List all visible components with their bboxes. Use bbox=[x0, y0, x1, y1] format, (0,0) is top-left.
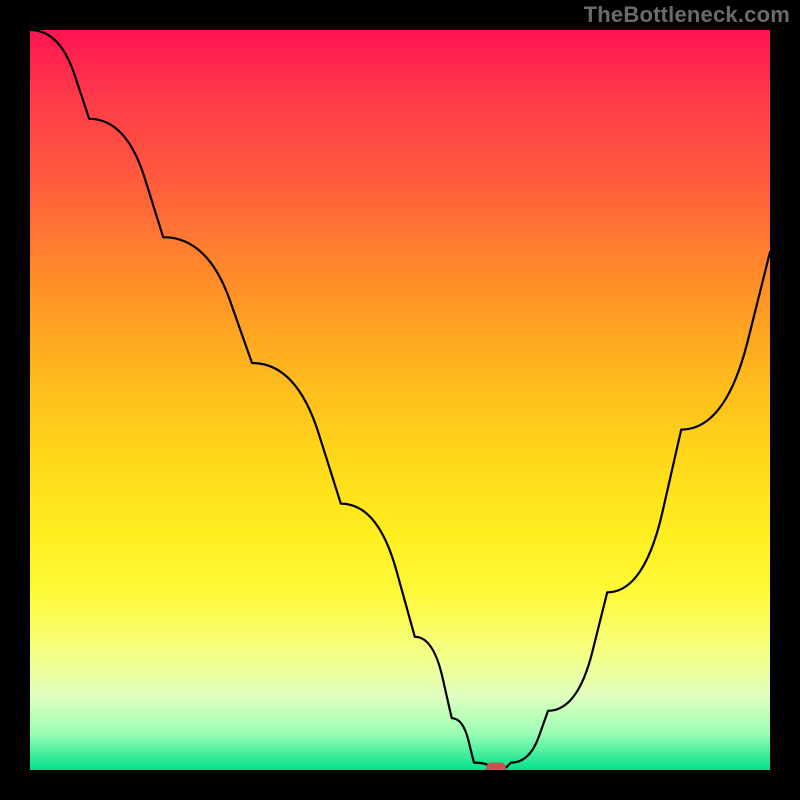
curve-path bbox=[30, 30, 770, 770]
watermark-text: TheBottleneck.com bbox=[584, 2, 790, 28]
bottleneck-curve bbox=[30, 30, 770, 770]
plot-area bbox=[30, 30, 770, 770]
optimal-point-marker bbox=[486, 763, 506, 771]
chart-frame: TheBottleneck.com bbox=[0, 0, 800, 800]
